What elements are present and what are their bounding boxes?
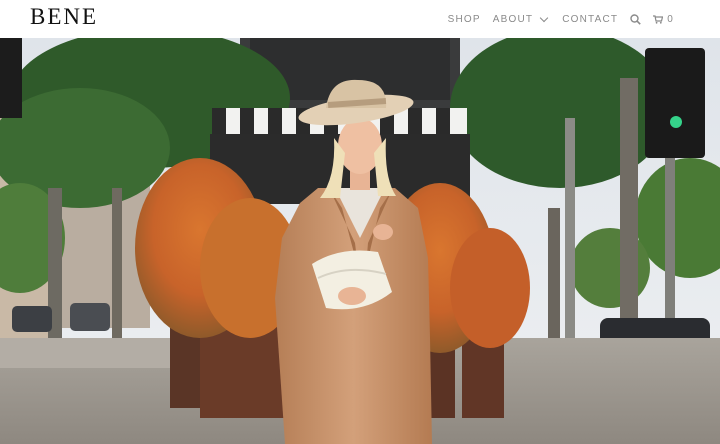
site-header: BENE SHOP ABOUT CONTACT 0 xyxy=(0,0,720,38)
search-icon[interactable] xyxy=(630,13,642,25)
chevron-down-icon xyxy=(539,13,549,22)
nav-contact[interactable]: CONTACT xyxy=(562,14,618,25)
brand-logo[interactable]: BENE xyxy=(30,4,98,30)
nav-about[interactable]: ABOUT xyxy=(492,13,550,25)
cart-count: 0 xyxy=(667,13,674,25)
main-nav: SHOP ABOUT CONTACT 0 xyxy=(448,0,674,38)
hero-image xyxy=(0,38,720,444)
cart-link[interactable]: 0 xyxy=(653,14,674,25)
nav-about-label: ABOUT xyxy=(492,13,534,25)
cart-icon xyxy=(653,14,664,24)
nav-shop[interactable]: SHOP xyxy=(448,14,481,25)
